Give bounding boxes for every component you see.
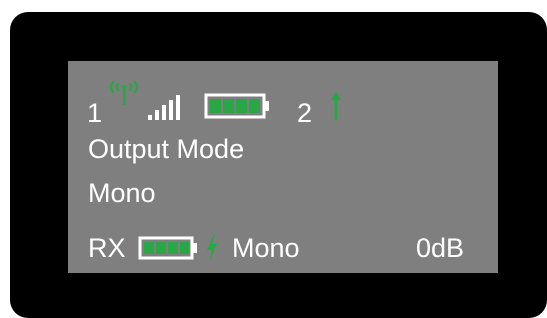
lightning-bolt-icon	[207, 234, 217, 262]
channel-2-label: 2	[297, 98, 313, 128]
receiver-label: RX	[88, 233, 126, 263]
receiver-gain: 0dB	[416, 233, 465, 263]
arrow-up-icon	[331, 92, 341, 120]
status-bar: 1 2	[68, 74, 498, 128]
battery-icon	[204, 93, 269, 119]
channel-1-label: 1	[87, 98, 103, 128]
receiver-mode: Mono	[232, 233, 300, 263]
device-screen: 1 2 Output Mode Mono RX Mono 0dB	[68, 61, 498, 273]
signal-bars-icon	[148, 95, 180, 120]
battery-icon	[138, 236, 197, 260]
receiver-bar: RX Mono 0dB	[68, 228, 498, 264]
antenna-signal-icon	[109, 80, 139, 105]
menu-title: Output Mode	[88, 134, 245, 164]
menu-value: Mono	[88, 178, 156, 208]
